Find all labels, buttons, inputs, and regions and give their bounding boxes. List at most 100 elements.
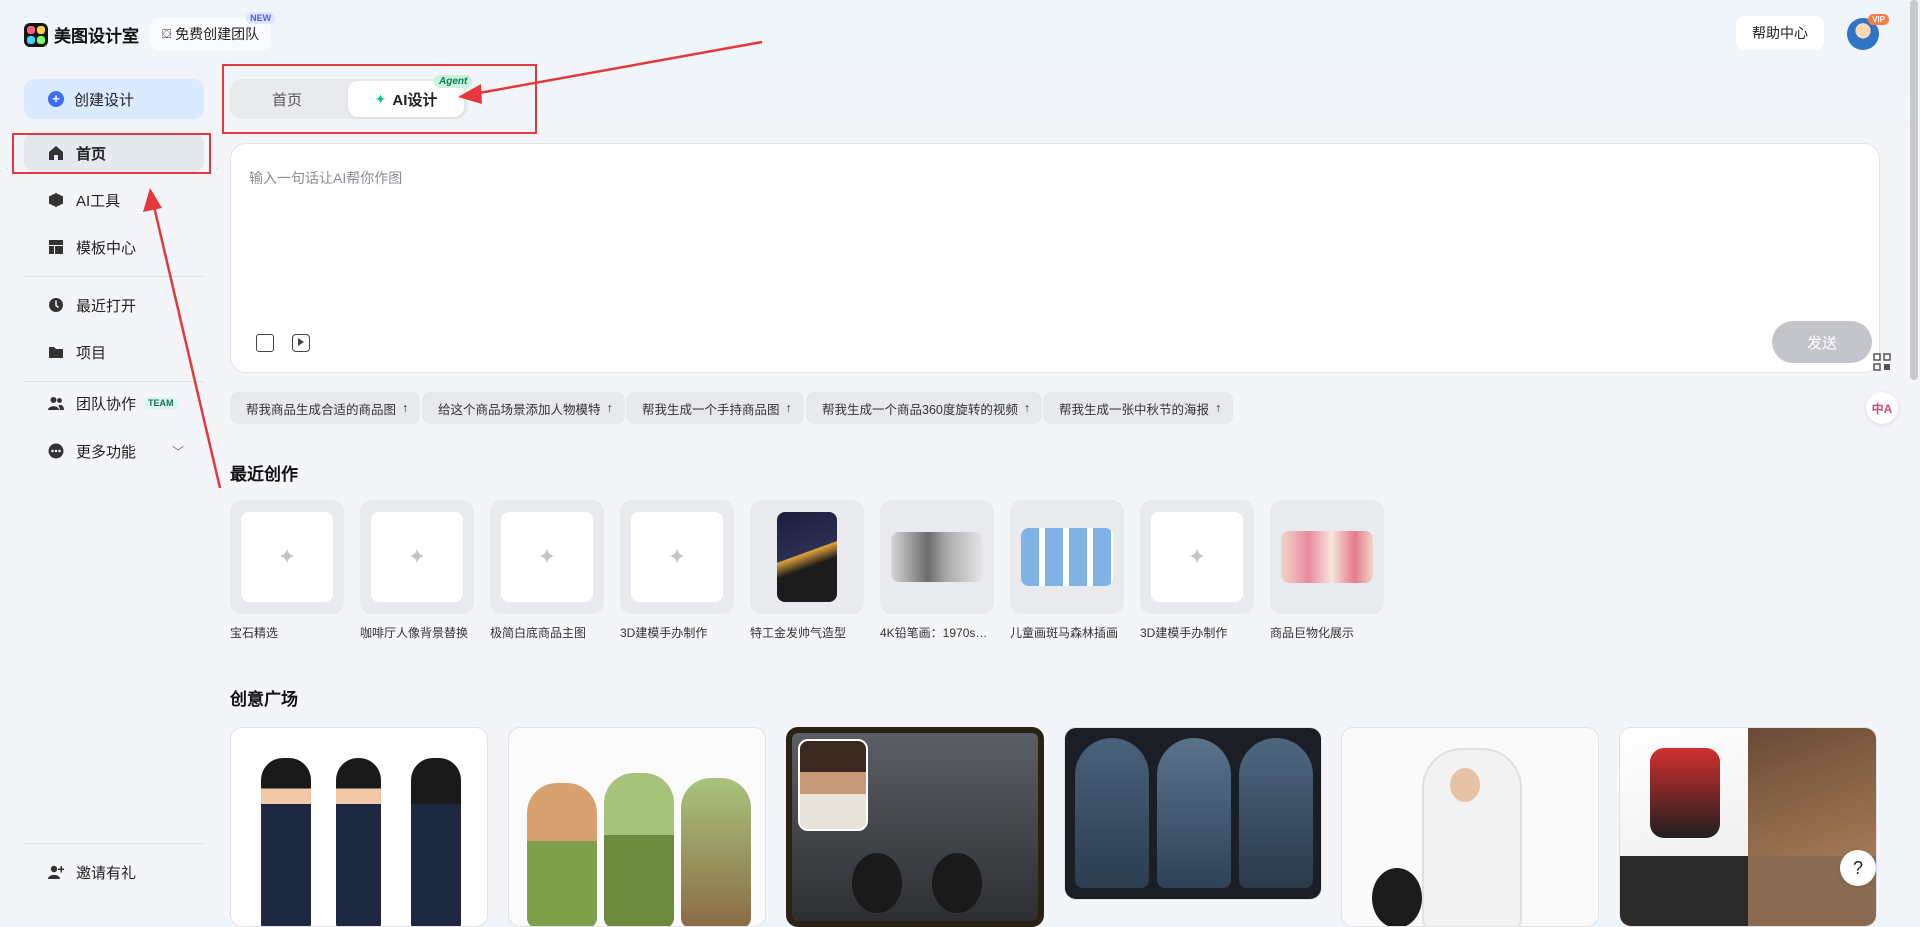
recent-item[interactable]: 商品巨物化展示 — [1270, 500, 1384, 641]
portrait-inset-image — [798, 739, 868, 831]
model-figure-image — [411, 758, 461, 926]
app-logo[interactable]: 美图设计室 — [24, 22, 139, 47]
send-button[interactable]: 发送 — [1772, 321, 1872, 363]
new-badge: NEW — [246, 12, 276, 24]
scrollbar[interactable] — [1910, 0, 1918, 380]
recent-item-label: 3D建模手办制作 — [1140, 626, 1228, 640]
recent-thumbnail: ✦ — [360, 500, 474, 614]
recent-item-label: 3D建模手办制作 — [620, 626, 708, 640]
sidebar-item-recent[interactable]: 最近打开 — [24, 286, 204, 324]
people-icon — [48, 395, 64, 411]
invite-gift-button[interactable]: 邀请有礼 — [24, 853, 204, 891]
suggestion-chip[interactable]: 帮我商品生成合适的商品图 ↑ — [230, 392, 421, 424]
wizard-window-image — [1239, 738, 1313, 888]
help-center-button[interactable]: 帮助中心 — [1736, 16, 1824, 50]
silhouette-image — [932, 853, 982, 913]
sidebar-item-more[interactable]: 更多功能 ﹀ — [24, 432, 204, 470]
sparkle-icon: ✦ — [501, 512, 593, 602]
recent-item-label: 商品巨物化展示 — [1270, 626, 1355, 640]
sparkle-icon: ✦ — [371, 512, 463, 602]
logo-icon — [24, 22, 48, 47]
suggestion-chip[interactable]: 帮我生成一个商品360度旋转的视频 ↑ — [806, 392, 1043, 424]
create-team-label: 免费创建团队 — [175, 26, 260, 42]
recent-item-label: 特工金发帅气造型 — [750, 626, 847, 640]
suggestion-chip[interactable]: 帮我生成一个手持商品图 ↑ — [626, 392, 804, 424]
create-team-button[interactable]: ⛋ 免费创建团队 NEW — [150, 12, 276, 50]
sidebar-item-label: 模板中心 — [76, 239, 137, 257]
sidebar-item-templates[interactable]: 模板中心 — [24, 228, 204, 266]
vip-badge: VIP — [1868, 14, 1889, 25]
silhouette-image — [852, 853, 902, 913]
create-design-button[interactable]: + 创建设计 — [24, 79, 204, 119]
recent-item[interactable]: 特工金发帅气造型 — [750, 500, 864, 641]
recent-item-label: 4K铅笔画：1970s… — [880, 626, 988, 640]
face-image — [1450, 768, 1480, 802]
gallery-card[interactable] — [1341, 727, 1599, 927]
gallery-card[interactable] — [508, 727, 766, 927]
recent-thumbnail — [1010, 500, 1124, 614]
chip-label: 给这个商品场景添加人物模特 — [438, 402, 601, 417]
arrow-up-icon: ↑ — [1023, 401, 1031, 415]
gallery-card[interactable] — [786, 727, 1044, 927]
arrow-up-icon: ↑ — [402, 401, 409, 415]
drill-image — [1620, 728, 1748, 856]
recent-item[interactable]: ✦ 咖啡厅人像背景替换 — [360, 500, 474, 641]
sidebar-item-label: 最近打开 — [76, 297, 137, 315]
gallery-card[interactable] — [230, 727, 488, 927]
gallery-card[interactable] — [1619, 727, 1877, 927]
chip-label: 帮我生成一张中秋节的海报 — [1059, 402, 1210, 417]
product-image — [1281, 531, 1373, 583]
recent-item[interactable]: ✦ 3D建模手办制作 — [620, 500, 734, 641]
recent-item[interactable]: ✦ 宝石精选 — [230, 500, 344, 641]
recent-thumbnail: ✦ — [490, 500, 604, 614]
translate-icon[interactable]: 中A — [1866, 392, 1898, 424]
gallery-card[interactable] — [1064, 727, 1322, 900]
sidebar-item-ai-tools[interactable]: AI工具 — [24, 181, 204, 219]
drill-shape — [1650, 748, 1720, 838]
recent-section-title: 最近创作 — [230, 465, 298, 484]
sidebar: + 创建设计 首页 AI工具 模板中心 最近打开 项目 团队协作 TEAM 更多… — [0, 70, 220, 918]
figurine-image — [681, 778, 751, 926]
recent-item[interactable]: ✦ 3D建模手办制作 — [1140, 500, 1254, 641]
agent-portrait-image — [777, 512, 837, 602]
suggestion-chip[interactable]: 帮我生成一张中秋节的海报 ↑ — [1043, 392, 1234, 424]
clock-icon — [48, 297, 64, 313]
recent-item[interactable]: 儿童画斑马森林插画 — [1010, 500, 1124, 641]
zebra-illustration-image — [1021, 528, 1113, 586]
image-upload-icon[interactable] — [256, 334, 274, 352]
sidebar-item-team[interactable]: 团队协作 TEAM — [24, 384, 204, 422]
sidebar-item-label: 项目 — [76, 344, 107, 362]
drill-image — [1748, 728, 1876, 856]
chip-label: 帮我生成一个手持商品图 — [642, 402, 780, 417]
sidebar-item-label: 更多功能 — [76, 443, 137, 461]
folder-icon — [48, 344, 64, 360]
recent-item-label: 儿童画斑马森林插画 — [1010, 626, 1119, 640]
arrow-up-icon: ↑ — [606, 401, 613, 415]
sidebar-divider — [24, 381, 204, 382]
recent-thumbnail: ✦ — [620, 500, 734, 614]
recent-thumbnail: ✦ — [1140, 500, 1254, 614]
plus-icon: + — [48, 91, 64, 107]
highlight-box-home — [12, 133, 211, 174]
prompt-input[interactable] — [249, 170, 1649, 186]
help-fab-button[interactable]: ? — [1840, 850, 1876, 886]
recent-thumbnail — [880, 500, 994, 614]
user-avatar[interactable]: VIP — [1847, 14, 1889, 50]
figurine-image — [527, 783, 597, 926]
recent-item[interactable]: 4K铅笔画：1970s… — [880, 500, 994, 641]
sidebar-item-label: AI工具 — [76, 192, 121, 210]
create-design-label: 创建设计 — [74, 91, 135, 109]
suggestion-chip[interactable]: 给这个商品场景添加人物模特 ↑ — [422, 392, 625, 424]
qr-icon[interactable] — [1866, 346, 1898, 378]
model-figure-image — [261, 758, 311, 926]
drill-image — [1620, 856, 1748, 926]
invite-label: 邀请有礼 — [76, 864, 137, 882]
chip-label: 帮我商品生成合适的商品图 — [246, 402, 397, 417]
chevron-down-icon: ﹀ — [171, 444, 184, 459]
recent-item-label: 极简白底商品主图 — [490, 626, 587, 640]
video-upload-icon[interactable] — [292, 334, 310, 352]
model-figure-image — [336, 758, 381, 926]
recent-item[interactable]: ✦ 极简白底商品主图 — [490, 500, 604, 641]
sparkle-icon: ✦ — [631, 512, 723, 602]
sidebar-item-projects[interactable]: 项目 — [24, 333, 204, 371]
